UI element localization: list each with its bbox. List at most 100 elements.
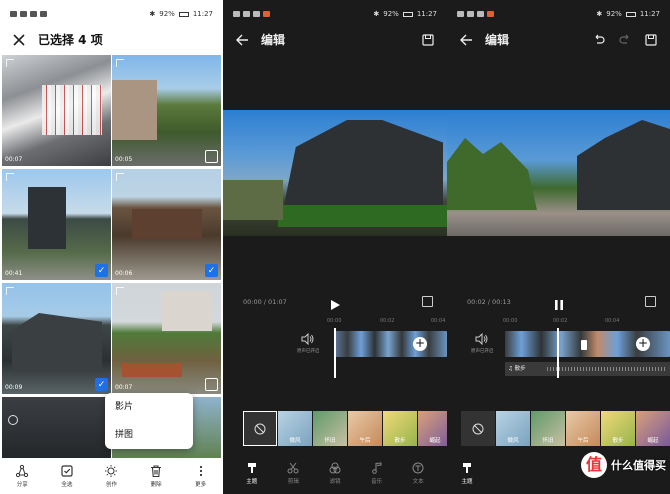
theme-label: 怀旧 — [324, 438, 336, 444]
none-icon — [472, 423, 484, 434]
media-tile[interactable]: 00:09 ✓ — [2, 283, 111, 394]
menu-item-movie[interactable]: 影片 — [105, 393, 193, 421]
lightbulb-icon — [104, 464, 118, 478]
add-clip-button[interactable]: + — [413, 337, 427, 351]
media-tile[interactable]: 00:06 ✓ — [112, 169, 221, 280]
time-text: 11:27 — [416, 10, 437, 18]
audio-toggle[interactable]: 原声已开启 — [297, 333, 320, 354]
audio-toggle[interactable]: 原声已开启 — [471, 333, 494, 354]
tab-theme[interactable]: 主题 — [246, 462, 258, 485]
theme-nostalgia[interactable]: 怀旧 — [531, 411, 565, 446]
play-icon — [331, 300, 340, 310]
playhead[interactable] — [334, 328, 336, 378]
wifi-icon — [467, 11, 474, 17]
select-checkbox[interactable]: ✓ — [95, 264, 108, 277]
expand-icon[interactable] — [116, 287, 124, 295]
video-preview[interactable] — [447, 110, 670, 236]
theme-stroll[interactable]: 散步 — [601, 411, 635, 446]
media-tile[interactable]: 00:41 ✓ — [2, 169, 111, 280]
watermark-logo: 值 — [581, 452, 607, 478]
battery-text: 92% — [159, 10, 175, 18]
select-checkbox[interactable] — [205, 150, 218, 163]
notification-icon — [253, 11, 260, 17]
playhead[interactable] — [557, 328, 559, 378]
redo-icon[interactable] — [618, 32, 632, 46]
music-track[interactable]: ♫ 散步 — [505, 362, 670, 376]
expand-icon[interactable] — [116, 59, 124, 67]
expand-icon[interactable] — [6, 59, 14, 67]
back-arrow-icon[interactable] — [235, 32, 249, 46]
theme-afternoon[interactable]: 午后 — [348, 411, 382, 446]
editor-header: 编辑 — [447, 28, 670, 50]
expand-icon[interactable] — [116, 173, 124, 181]
expand-icon[interactable] — [6, 287, 14, 295]
more-button[interactable]: 更多 — [194, 464, 208, 488]
clip-split-marker[interactable] — [581, 340, 587, 350]
theme-rise[interactable]: 崛起 — [636, 411, 670, 446]
thumbnail-image — [28, 187, 66, 249]
trees-image — [223, 180, 283, 220]
theme-breeze[interactable]: 微风 — [496, 411, 530, 446]
delete-button[interactable]: 删除 — [149, 464, 163, 488]
theme-stroll[interactable]: 散步 — [383, 411, 417, 446]
theme-none[interactable] — [243, 411, 277, 446]
select-checkbox[interactable]: ✓ — [95, 378, 108, 391]
back-arrow-icon[interactable] — [459, 32, 473, 46]
pause-icon — [555, 300, 563, 310]
media-tile[interactable] — [2, 397, 111, 461]
theme-breeze[interactable]: 微风 — [278, 411, 312, 446]
media-tile[interactable]: 00:07 — [2, 55, 111, 166]
create-button[interactable]: 创作 — [104, 464, 118, 488]
undo-icon[interactable] — [592, 32, 606, 46]
save-icon[interactable] — [644, 32, 658, 46]
save-icon[interactable] — [421, 32, 435, 46]
tab-clip[interactable]: 剪辑 — [287, 462, 299, 485]
tab-filter[interactable]: 滤镜 — [329, 462, 341, 485]
video-clip-strip[interactable] — [334, 331, 447, 357]
tab-label: 主题 — [246, 478, 258, 485]
theme-afternoon[interactable]: 午后 — [566, 411, 600, 446]
select-all-button[interactable]: 全选 — [60, 464, 74, 488]
close-icon[interactable] — [12, 32, 26, 46]
page-title: 已选择 4 项 — [38, 32, 103, 47]
bluetooth-icon: ✱ — [373, 10, 380, 18]
media-tile[interactable]: 00:05 — [112, 55, 221, 166]
tab-text[interactable]: 文本 — [412, 462, 424, 485]
fullscreen-button[interactable] — [422, 296, 433, 307]
thumbnail-image — [132, 209, 202, 239]
bluetooth-icon: ✱ — [149, 10, 156, 18]
tab-theme[interactable]: 主题 — [461, 462, 473, 485]
theme-rise[interactable]: 崛起 — [418, 411, 447, 446]
video-duration: 00:07 — [115, 384, 133, 391]
theme-label: 崛起 — [429, 438, 441, 444]
tick-label: 00:02 — [380, 318, 395, 324]
status-left-icons — [233, 11, 270, 17]
play-button[interactable] — [329, 296, 341, 310]
thumbnail-image — [162, 291, 212, 331]
thumbnail-image — [112, 80, 157, 140]
pause-button[interactable] — [553, 296, 565, 310]
editor-tab-bar: 主题 剪辑 滤镜 音乐 文本 — [223, 458, 447, 488]
share-button[interactable]: 分享 — [15, 464, 29, 488]
theme-none[interactable] — [461, 411, 495, 446]
add-clip-button[interactable]: + — [636, 337, 650, 351]
tick-label: 00:02 — [553, 318, 568, 324]
watermark-text: 什么值得买 — [611, 459, 666, 472]
signal-icon — [233, 11, 240, 17]
menu-item-collage[interactable]: 拼图 — [105, 421, 193, 449]
theme-nostalgia[interactable]: 怀旧 — [313, 411, 347, 446]
theme-label: 散步 — [394, 438, 406, 444]
select-all-icon — [60, 464, 74, 478]
media-tile[interactable]: 00:07 — [112, 283, 221, 394]
fullscreen-button[interactable] — [645, 296, 656, 307]
time-text: 11:27 — [639, 10, 660, 18]
create-label: 创作 — [105, 482, 117, 488]
music-track-label: ♫ 散步 — [508, 366, 526, 372]
expand-icon[interactable] — [6, 173, 14, 181]
select-checkbox[interactable]: ✓ — [205, 264, 218, 277]
tab-music[interactable]: 音乐 — [371, 461, 383, 485]
time-text: 11:27 — [192, 10, 213, 18]
select-checkbox[interactable] — [205, 378, 218, 391]
video-preview[interactable] — [223, 110, 447, 236]
tab-label: 文本 — [412, 478, 424, 485]
